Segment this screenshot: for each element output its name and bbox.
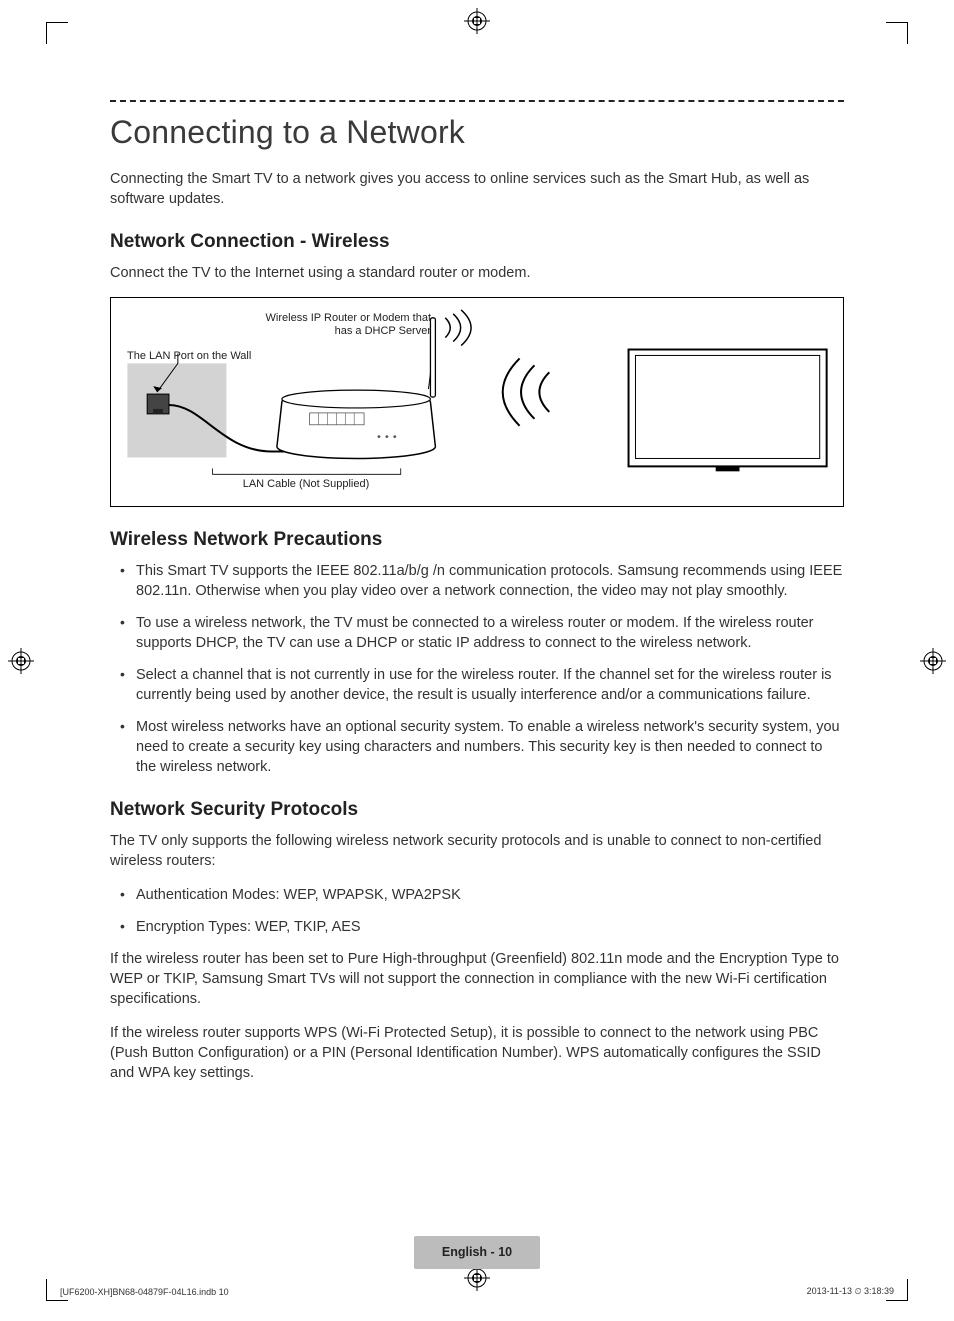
security-list: Authentication Modes: WEP, WPAPSK, WPA2P… [110,885,844,937]
list-item: This Smart TV supports the IEEE 802.11a/… [110,561,844,601]
section-heading-security: Network Security Protocols [110,799,844,821]
page-title: Connecting to a Network [110,114,844,151]
crop-mark-icon [886,22,908,44]
security-body-2: If the wireless router has been set to P… [110,949,844,1009]
section-body-wireless: Connect the TV to the Internet using a s… [110,263,844,283]
diagram-label-wall: The LAN Port on the Wall [127,350,251,363]
page: Connecting to a Network Connecting the S… [0,0,954,1321]
security-body-3: If the wireless router supports WPS (Wi-… [110,1023,844,1083]
footer-page-number: 10 [498,1245,512,1259]
print-footer-right: 2013-11-13 ⏲ 3:18:39 [807,1286,894,1297]
print-footer-left: [UF6200-XH]BN68-04879F-04L16.indb 10 [60,1287,229,1297]
registration-mark-icon [464,8,490,34]
list-item: Encryption Types: WEP, TKIP, AES [110,917,844,937]
section-heading-wireless: Network Connection - Wireless [110,231,844,253]
list-item: Authentication Modes: WEP, WPAPSK, WPA2P… [110,885,844,905]
content-area: Connecting to a Network Connecting the S… [110,100,844,1097]
footer-tab: English - 10 [414,1236,540,1269]
section-heading-precautions: Wireless Network Precautions [110,529,844,551]
crop-mark-icon [46,22,68,44]
list-item: Most wireless networks have an optional … [110,717,844,777]
precautions-list: This Smart TV supports the IEEE 802.11a/… [110,561,844,777]
intro-paragraph: Connecting the Smart TV to a network giv… [110,169,844,209]
security-body-1: The TV only supports the following wirel… [110,831,844,871]
registration-mark-icon [920,648,946,674]
list-item: Select a channel that is not currently i… [110,665,844,705]
network-diagram-svg [111,298,843,506]
page-footer: English - 10 [0,1236,954,1269]
list-item: To use a wireless network, the TV must b… [110,613,844,653]
dashed-rule [110,100,844,102]
registration-mark-icon [8,648,34,674]
diagram-label-cable: LAN Cable (Not Supplied) [216,478,396,491]
diagram-label-router: Wireless IP Router or Modem that has a D… [251,312,431,337]
footer-language: English [442,1245,487,1259]
network-diagram: Wireless IP Router or Modem that has a D… [110,297,844,507]
